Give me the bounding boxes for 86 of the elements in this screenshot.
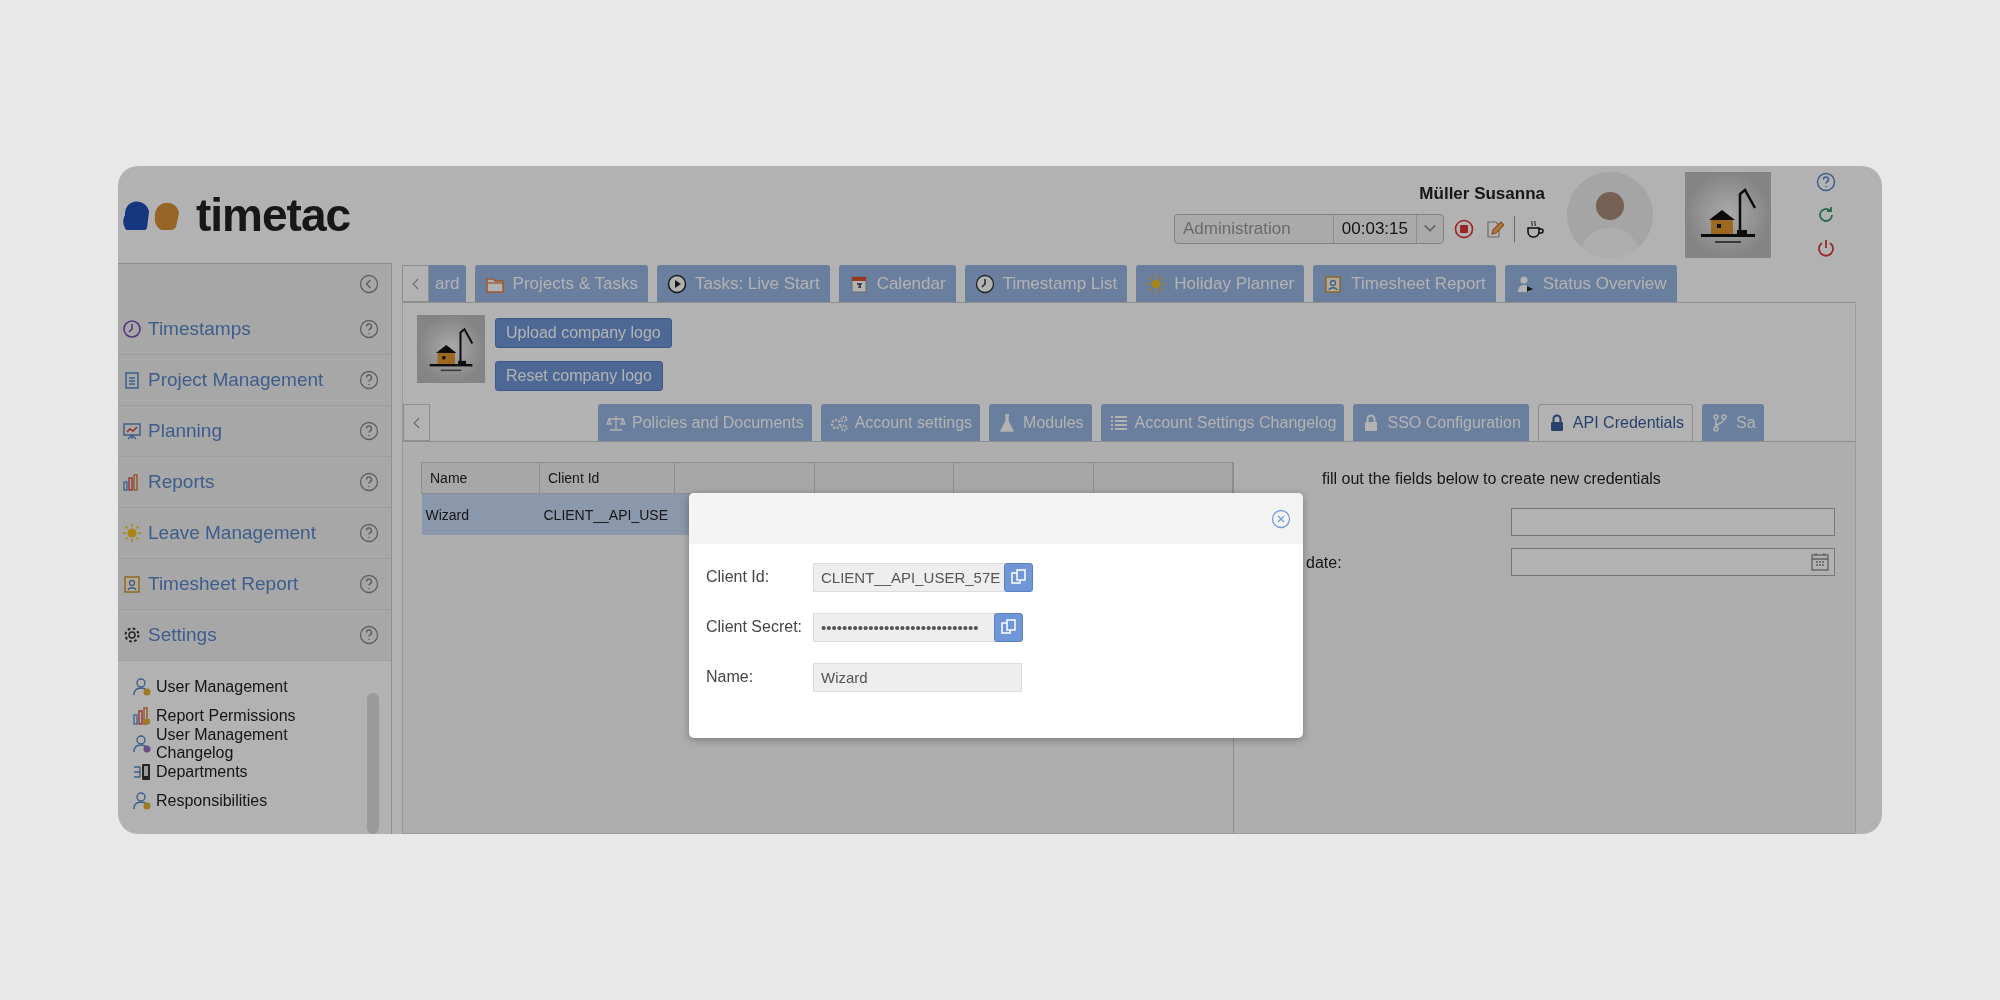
field-label: Client Secret: (706, 618, 804, 636)
scrollbar[interactable] (367, 693, 379, 834)
menu-item-icon (122, 574, 142, 594)
settings-tab[interactable]: SSO Configuration (1353, 404, 1529, 441)
tree-item[interactable]: User Management (156, 678, 288, 697)
module-tab[interactable]: Timestamp List (964, 265, 1128, 302)
instruction-text: fill out the fields below to create new credentials (1322, 470, 1661, 488)
close-button[interactable] (1271, 508, 1291, 529)
menu-item-icon (122, 421, 142, 441)
module-tab[interactable]: Holiday Planner (1136, 265, 1305, 302)
menu-item-icon (122, 625, 142, 645)
help-icon (359, 574, 379, 594)
refresh-icon (1816, 205, 1836, 225)
logo-icon (122, 200, 182, 230)
field-label: Name: (706, 668, 755, 686)
table-cell: Wizard (421, 493, 540, 535)
tab-icon (848, 273, 869, 294)
tab-icon (1146, 273, 1167, 294)
tree-item[interactable]: Responsibilities (156, 791, 268, 810)
logo-button[interactable]: Upload company logo (495, 318, 672, 348)
input-field[interactable] (1511, 508, 1835, 536)
tab-icon (666, 273, 687, 294)
calendar-icon (1810, 552, 1830, 572)
readonly-field[interactable]: •••••••••••••••••••••••••••••• (813, 612, 998, 642)
module-tab[interactable]: Tasks: Live Start (656, 265, 830, 302)
module-tab[interactable]: Projects & Tasks (474, 265, 648, 302)
copy-icon (998, 617, 1019, 637)
help-icon (359, 472, 379, 492)
user-settings-icon (132, 677, 152, 698)
user-name: Müller Susanna (1419, 184, 1545, 204)
settings-tab[interactable]: Modules (989, 404, 1092, 441)
stop-icon (1454, 219, 1474, 239)
field-label: Client Id: (706, 568, 771, 586)
brand-name: timetac (196, 188, 351, 242)
tree-item[interactable]: User Management Changelog (156, 726, 367, 762)
scroll-left-button[interactable] (403, 404, 430, 441)
settings-tab[interactable]: API Credentials (1537, 404, 1694, 441)
close-icon (1271, 508, 1291, 529)
sidebar-item[interactable]: Planning (118, 406, 391, 457)
settings-tab[interactable]: Account settings (820, 404, 981, 441)
help-icon (359, 625, 379, 645)
project-timer-dropdown[interactable]: Administration 00:03:15 (1174, 214, 1444, 244)
sidebar-item[interactable]: Timestamps (118, 304, 391, 355)
sidebar-item[interactable]: Leave Management (118, 508, 391, 559)
collapse-icon (359, 274, 379, 294)
menu-item-icon (122, 319, 142, 339)
table-cell: CLIENT__API_USE (539, 493, 675, 535)
sidebar-item[interactable]: Settings (118, 610, 391, 661)
help-icon (1816, 172, 1836, 192)
copy-button[interactable] (1004, 562, 1034, 592)
edit-icon (1484, 219, 1504, 239)
user-settings-icon (132, 733, 152, 754)
tree-item[interactable]: Report Permissions (156, 706, 296, 725)
date-field[interactable] (1511, 548, 1835, 576)
sidebar-item[interactable]: Project Management (118, 355, 391, 406)
user-settings-icon (132, 705, 152, 726)
module-tab[interactable]: Timesheet Report (1313, 265, 1496, 302)
module-tab[interactable]: Calendar (838, 265, 956, 302)
settings-tab[interactable]: Account Settings Changelog (1100, 404, 1345, 441)
menu-item-icon (122, 370, 142, 390)
module-tab[interactable]: Status Overview (1504, 265, 1677, 302)
menu-item-icon (122, 523, 142, 543)
settings-tab[interactable]: Policies and Documents (598, 404, 812, 441)
coffee-cup-icon (1525, 219, 1545, 239)
help-icon (359, 523, 379, 543)
copy-button[interactable] (994, 612, 1023, 642)
scroll-left-button[interactable] (402, 265, 429, 302)
copy-icon (1008, 567, 1029, 587)
tab-icon (1323, 273, 1344, 294)
column-header: Client Id (539, 462, 675, 494)
field-label: date: (1306, 554, 1342, 572)
settings-tab[interactable]: Sa (1702, 404, 1764, 441)
help-icon (359, 370, 379, 390)
sidebar-item[interactable]: Timesheet Report (118, 559, 391, 610)
help-icon (359, 421, 379, 441)
module-tab[interactable]: ard (429, 265, 466, 302)
tree-item[interactable]: Departments (156, 763, 248, 782)
user-settings-icon (132, 790, 152, 811)
logo-button[interactable]: Reset company logo (495, 361, 663, 391)
column-header: Name (421, 462, 540, 494)
readonly-field[interactable]: Wizard (813, 662, 1022, 692)
tab-icon (974, 273, 995, 294)
help-icon (359, 319, 379, 339)
user-settings-icon (132, 762, 152, 783)
sidebar-item[interactable]: Reports (118, 457, 391, 508)
power-icon (1816, 238, 1836, 258)
